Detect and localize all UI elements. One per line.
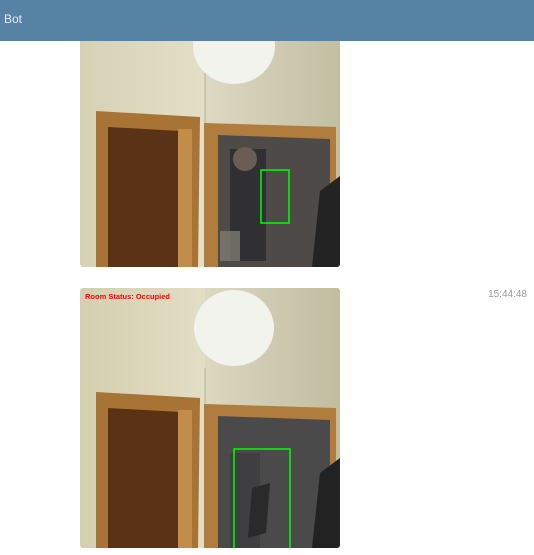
photo-message[interactable]: Room Status: Occupied: [80, 288, 340, 548]
camera-snapshot-image: [80, 288, 340, 548]
chat-header: Bot: [0, 0, 534, 41]
room-status-overlay: Room Status: Occupied: [85, 292, 171, 301]
message-list[interactable]: Room Status: Occupied 15:44:48: [0, 41, 534, 555]
message-timestamp: 15:44:48: [488, 289, 527, 300]
photo-message[interactable]: [80, 41, 340, 267]
chat-title[interactable]: Bot: [4, 12, 22, 26]
camera-snapshot-image: [80, 41, 340, 267]
